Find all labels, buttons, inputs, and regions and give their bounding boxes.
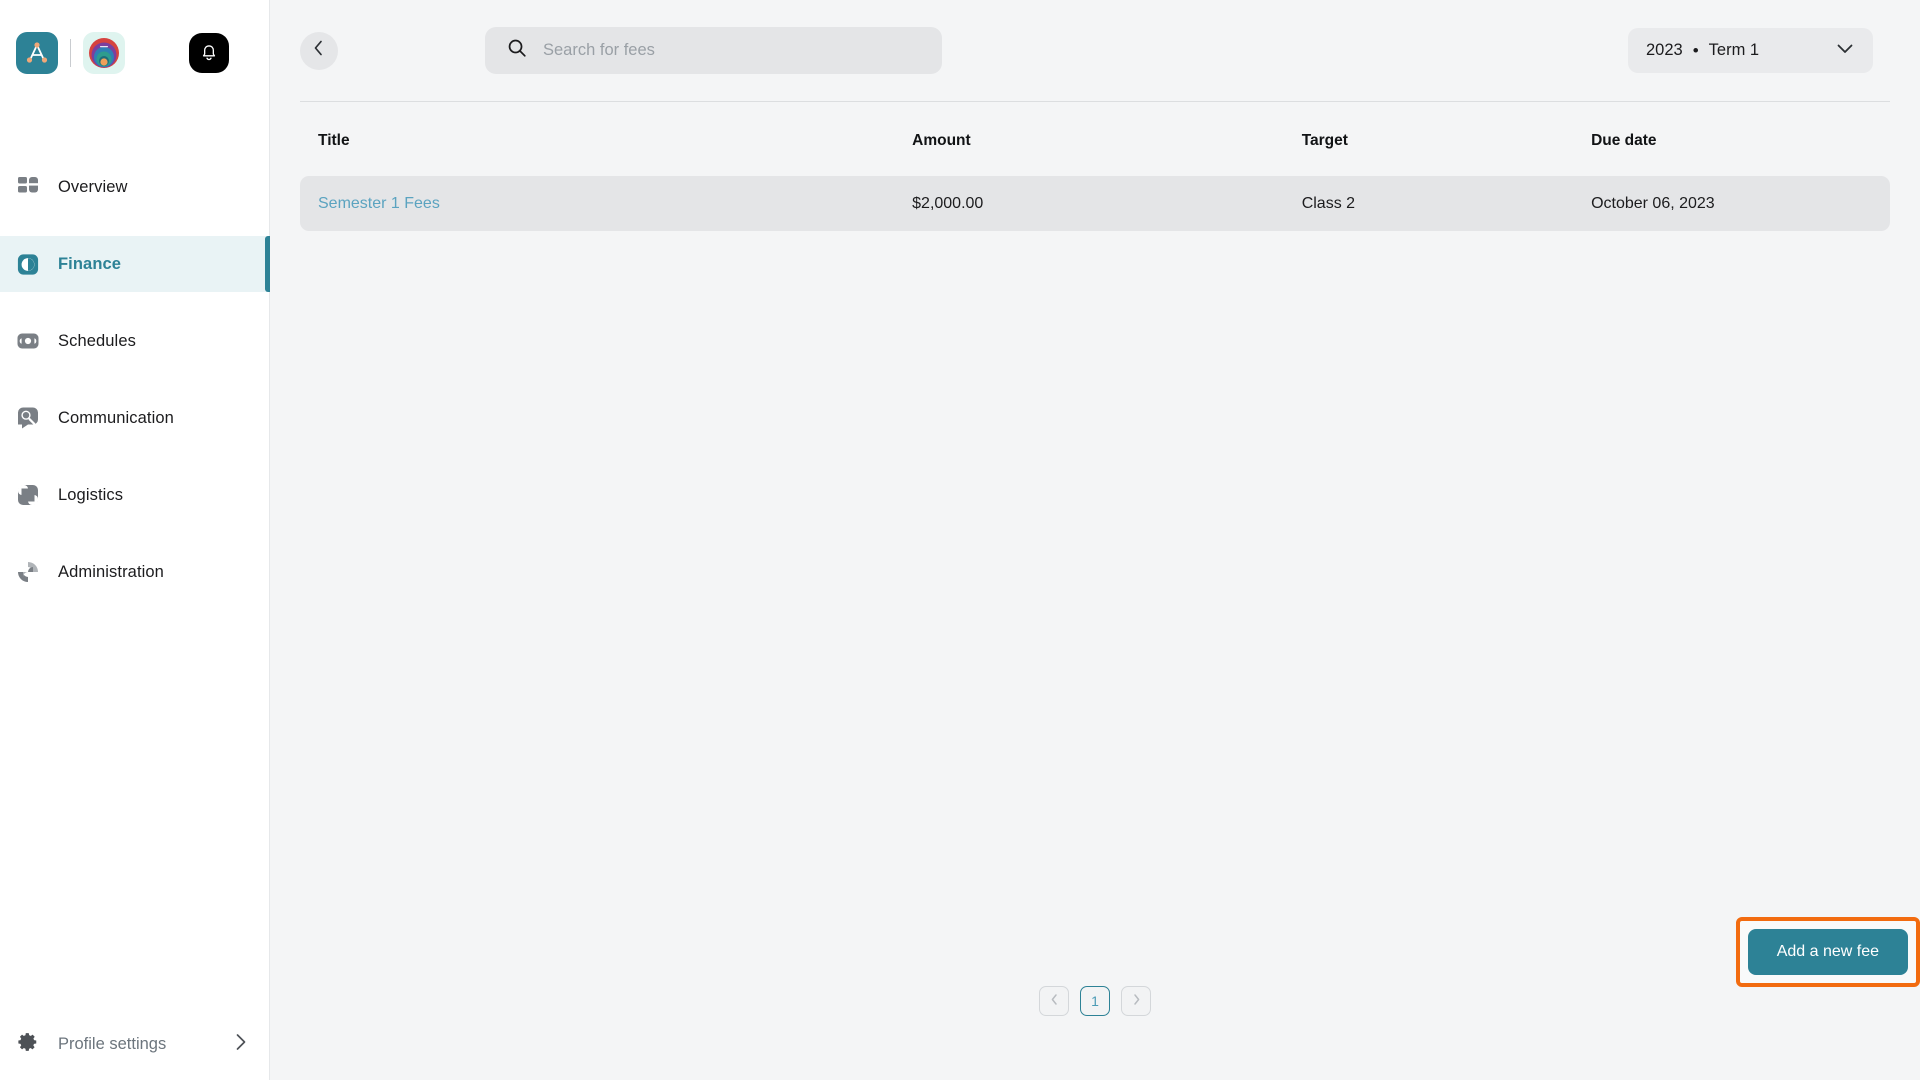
fee-title-link[interactable]: Semester 1 Fees — [300, 176, 912, 231]
pagination-next-button[interactable] — [1121, 986, 1151, 1016]
table-row[interactable]: Semester 1 Fees $2,000.00 Class 2 Octobe… — [300, 176, 1890, 231]
sidebar-item-label: Schedules — [58, 331, 136, 350]
finance-pie-icon — [17, 253, 39, 275]
fees-table: Title Amount Target Due date Semester 1 … — [300, 102, 1890, 231]
chevron-down-icon — [1835, 41, 1855, 60]
table-header-row: Title Amount Target Due date — [300, 102, 1890, 176]
topbar: 2023 • Term 1 — [270, 0, 1920, 101]
column-header-target: Target — [1301, 132, 1348, 149]
administration-icon — [17, 561, 39, 583]
sidebar-item-label: Communication — [58, 408, 174, 427]
sidebar-item-finance[interactable]: Finance — [0, 236, 270, 292]
gear-icon — [17, 1031, 39, 1058]
sidebar-nav: Overview Finance Schedules Communication… — [0, 159, 270, 621]
chevron-left-icon — [312, 39, 326, 62]
chevron-right-icon — [1131, 993, 1142, 1009]
sidebar-item-label: Overview — [58, 177, 128, 196]
fee-target: Class 2 — [1301, 194, 1356, 212]
pagination: 1 — [270, 986, 1920, 1016]
sidebar-item-label: Finance — [58, 254, 122, 273]
notifications-button[interactable] — [189, 33, 229, 73]
pagination-prev-button[interactable] — [1039, 986, 1069, 1016]
communication-icon — [17, 407, 39, 429]
search-bar[interactable] — [485, 27, 942, 74]
sidebar-item-profile-settings[interactable]: Profile settings — [0, 1008, 269, 1080]
rainbow-arcs-logo[interactable] — [83, 32, 125, 74]
term-selector[interactable]: 2023 • Term 1 — [1628, 28, 1873, 73]
brand-bar — [0, 0, 269, 84]
schedules-icon — [17, 330, 39, 352]
sidebar-item-overview[interactable]: Overview — [0, 159, 269, 215]
logistics-truck-icon — [17, 484, 39, 506]
app-root: Overview Finance Schedules Communication… — [0, 0, 1920, 1080]
back-button[interactable] — [300, 31, 338, 70]
add-fee-highlight-frame: Add a new fee — [1735, 917, 1920, 987]
sidebar-item-schedules[interactable]: Schedules — [0, 313, 269, 369]
sidebar-item-label: Logistics — [58, 485, 124, 504]
brand-divider — [70, 39, 71, 67]
column-header-title: Title — [318, 132, 350, 149]
fees-section: Title Amount Target Due date Semester 1 … — [270, 102, 1920, 1080]
column-header-amount: Amount — [912, 132, 971, 149]
profile-settings-label: Profile settings — [58, 1034, 167, 1053]
sidebar-item-administration[interactable]: Administration — [0, 544, 269, 600]
term-value: Term 1 — [1708, 41, 1760, 59]
bell-icon — [202, 45, 216, 61]
term-separator: • — [1692, 41, 1699, 60]
chevron-left-icon — [1049, 993, 1060, 1009]
logo-a-mark[interactable] — [16, 32, 58, 74]
search-icon — [507, 38, 527, 63]
fees-table-head: Title Amount Target Due date — [300, 102, 1890, 176]
sidebar-item-communication[interactable]: Communication — [0, 390, 269, 446]
fee-amount: $2,000.00 — [912, 194, 984, 212]
fee-due-date: October 06, 2023 — [1591, 194, 1715, 212]
sidebar: Overview Finance Schedules Communication… — [0, 0, 270, 1080]
add-new-fee-button[interactable]: Add a new fee — [1747, 929, 1908, 975]
chevron-right-icon — [233, 1031, 249, 1058]
pagination-page-1[interactable]: 1 — [1080, 986, 1110, 1016]
search-input[interactable] — [543, 41, 920, 60]
dashboard-icon — [17, 176, 39, 198]
sidebar-item-logistics[interactable]: Logistics — [0, 467, 269, 523]
column-header-due-date: Due date — [1591, 132, 1657, 149]
main-content: 2023 • Term 1 Title Amount Target — [270, 0, 1920, 1080]
fees-table-body: Semester 1 Fees $2,000.00 Class 2 Octobe… — [300, 176, 1890, 231]
sidebar-item-label: Administration — [58, 562, 164, 581]
term-year-value: 2023 — [1646, 41, 1683, 59]
